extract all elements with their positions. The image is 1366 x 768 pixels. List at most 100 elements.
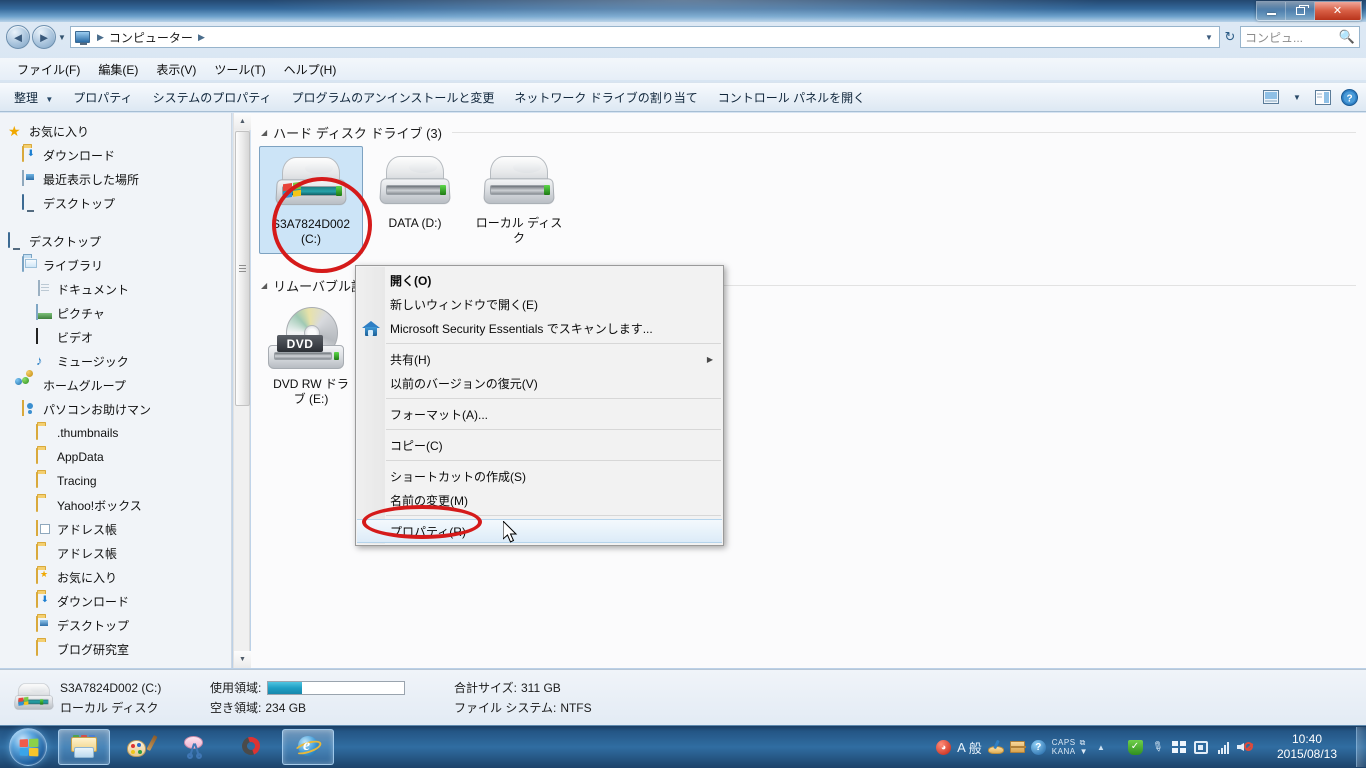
preview-pane-icon[interactable] (1310, 89, 1336, 105)
nav-item-19[interactable]: ★ お気に入り (0, 565, 231, 589)
context-menu-item-5[interactable]: フォーマット(A)... (356, 402, 723, 426)
ime-pad-icon[interactable] (987, 739, 1004, 754)
pin-icon[interactable]: ✎ (1146, 736, 1168, 758)
context-menu-item-9[interactable]: プロパティ(R) (357, 519, 722, 543)
nav-item-22[interactable]: ブログ研究室 (0, 637, 231, 661)
network-signal-icon[interactable] (1212, 736, 1234, 758)
chevron-down-icon[interactable]: ▼ (1080, 747, 1088, 756)
history-dropdown-icon[interactable]: ▼ (56, 33, 68, 42)
context-menu-item-7[interactable]: ショートカットの作成(S) (356, 464, 723, 488)
group-header-hard-disks[interactable]: ◢ ハード ディスク ドライブ (3) (251, 113, 1366, 146)
nav-item-7[interactable]: ドキュメント (0, 277, 231, 301)
cmd-map-network-drive[interactable]: ネットワーク ドライブの割り当て (504, 85, 707, 110)
drive-tile-d[interactable]: DATA (D:) (363, 146, 467, 254)
ime-caps-kana-indicator[interactable]: CAPS KANA (1052, 738, 1076, 756)
help-icon[interactable]: ? (1336, 88, 1362, 106)
nav-item-16[interactable]: Yahoo!ボックス (0, 493, 231, 517)
context-menu-item-8[interactable]: 名前の変更(M) (356, 488, 723, 512)
navigation-pane[interactable]: ★ お気に入り ⬇ ダウンロード 最近表示した場所 デスクトップ デスクトップ ライブラリ ドキ… (0, 113, 232, 668)
ime-restore-icon[interactable]: ⧉ (1080, 738, 1088, 747)
cmd-properties[interactable]: プロパティ (63, 85, 142, 110)
context-menu-item-0[interactable]: 開く(O) (356, 268, 723, 292)
nav-item-5[interactable]: デスクトップ (0, 229, 231, 253)
forward-button[interactable]: ► (32, 25, 56, 49)
navigation-pane-scrollbar[interactable]: ▲ ▼ (233, 113, 251, 668)
nav-item-18[interactable]: アドレス帳 (0, 541, 231, 565)
cmd-uninstall-change-program[interactable]: プログラムのアンインストールと変更 (281, 85, 504, 110)
breadcrumb-computer[interactable]: コンピューター (107, 29, 195, 46)
menu-view[interactable]: 表示(V) (147, 59, 205, 80)
nav-item-3[interactable]: デスクトップ (0, 191, 231, 215)
back-button[interactable]: ◄ (6, 25, 30, 49)
search-input[interactable]: コンピュ... (1245, 29, 1339, 46)
libraries-icon (22, 256, 38, 273)
nav-item-13[interactable]: .thumbnails (0, 421, 231, 445)
taskbar-item-snipping-tool[interactable] (170, 729, 222, 765)
drive-tile-dvd-e[interactable]: DVD DVD RW ドラ ブ (E:) (259, 299, 363, 413)
menu-edit[interactable]: 編集(E) (89, 59, 147, 80)
nav-item-15[interactable]: Tracing (0, 469, 231, 493)
cmd-system-properties[interactable]: システムのプロパティ (143, 85, 282, 110)
ime-tools-icon[interactable] (1009, 741, 1026, 753)
search-box[interactable]: コンピュ... 🔍 (1240, 26, 1360, 48)
refresh-button[interactable]: ↻ (1220, 29, 1240, 45)
scrollbar-thumb[interactable] (235, 131, 250, 406)
nav-item-9[interactable]: ビデオ (0, 325, 231, 349)
view-dropdown-icon[interactable]: ▼ (1284, 93, 1310, 102)
change-view-icon[interactable] (1258, 90, 1284, 104)
nav-item-12[interactable]: パソコンお助けマン (0, 397, 231, 421)
chevron-down-icon[interactable]: ▼ (1201, 33, 1217, 42)
ime-language-bar[interactable]: ◕ A 般 ? CAPS KANA ⧉ ▼ (929, 734, 1092, 760)
drive-tile-local-disk[interactable]: ローカル ディスク (467, 146, 571, 254)
context-menu-item-2[interactable]: Microsoft Security Essentials でスキャンします..… (356, 316, 723, 340)
ime-help-icon[interactable]: ? (1030, 739, 1046, 755)
display-monitor-icon[interactable] (1190, 736, 1212, 758)
nav-item-11[interactable]: ホームグループ (0, 370, 231, 397)
taskbar-item-hook-app[interactable] (226, 729, 278, 765)
context-menu-item-3[interactable]: 共有(H) ▶ (356, 347, 723, 371)
taskbar-item-internet-explorer[interactable]: e (282, 729, 334, 765)
collapse-triangle-icon[interactable]: ◢ (261, 128, 267, 137)
nav-item-8[interactable]: ピクチャ (0, 301, 231, 325)
volume-muted-icon[interactable] (1234, 736, 1256, 758)
menu-file[interactable]: ファイル(F) (8, 59, 89, 80)
minimize-button[interactable] (1257, 2, 1286, 20)
clock[interactable]: 10:40 2015/08/13 (1264, 732, 1350, 762)
windows-icon[interactable] (1168, 736, 1190, 758)
show-desktop-button[interactable] (1356, 727, 1366, 767)
nav-item-6[interactable]: ライブラリ (0, 253, 231, 277)
context-menu-item-1[interactable]: 新しいウィンドウで開く(E) (356, 292, 723, 316)
nav-item-14[interactable]: AppData (0, 445, 231, 469)
nav-item-10[interactable]: ♪ ミュージック (0, 349, 231, 373)
address-bar[interactable]: ▶ コンピューター ▶ ▼ (70, 26, 1220, 48)
action-center-shield-icon[interactable]: ✓ (1124, 736, 1146, 758)
collapse-triangle-icon[interactable]: ◢ (261, 281, 267, 290)
start-button[interactable] (2, 727, 54, 767)
ime-bar-menu[interactable]: ⧉ ▼ (1080, 738, 1088, 756)
cmd-organize[interactable]: 整理 ▼ (4, 85, 63, 110)
nav-item-2[interactable]: 最近表示した場所 (0, 167, 231, 191)
nav-item-20[interactable]: ⬇ ダウンロード (0, 589, 231, 613)
scroll-down-button[interactable]: ▼ (234, 651, 251, 668)
drive-tile-c[interactable]: S3A7824D002 (C:) (259, 146, 363, 254)
nav-item-0[interactable]: ★ お気に入り (0, 119, 231, 143)
close-button[interactable]: ✕ (1315, 2, 1361, 20)
taskbar-item-paint[interactable] (114, 729, 166, 765)
nav-item-21[interactable]: デスクトップ (0, 613, 231, 637)
breadcrumb-separator-1[interactable]: ▶ (195, 32, 208, 43)
context-menu[interactable]: 開く(O) 新しいウィンドウで開く(E) Microsoft Security Es… (355, 265, 724, 546)
taskbar-item-windows-explorer[interactable] (58, 729, 110, 765)
show-hidden-icons-button[interactable]: ▲ (1092, 743, 1110, 752)
breadcrumb-separator-0[interactable]: ▶ (94, 32, 107, 43)
context-menu-item-4[interactable]: 以前のバージョンの復元(V) (356, 371, 723, 395)
menu-help[interactable]: ヘルプ(H) (275, 59, 346, 80)
context-menu-item-6[interactable]: コピー(C) (356, 433, 723, 457)
nav-item-1[interactable]: ⬇ ダウンロード (0, 143, 231, 167)
ime-input-mode[interactable]: A 般 (957, 738, 982, 757)
maximize-button[interactable] (1286, 2, 1315, 20)
menu-tools[interactable]: ツール(T) (205, 59, 274, 80)
scroll-up-button[interactable]: ▲ (234, 113, 251, 130)
cmd-open-control-panel[interactable]: コントロール パネルを開く (708, 85, 875, 110)
ime-power-icon[interactable]: ◕ (936, 739, 952, 755)
nav-item-17[interactable]: アドレス帳 (0, 517, 231, 541)
